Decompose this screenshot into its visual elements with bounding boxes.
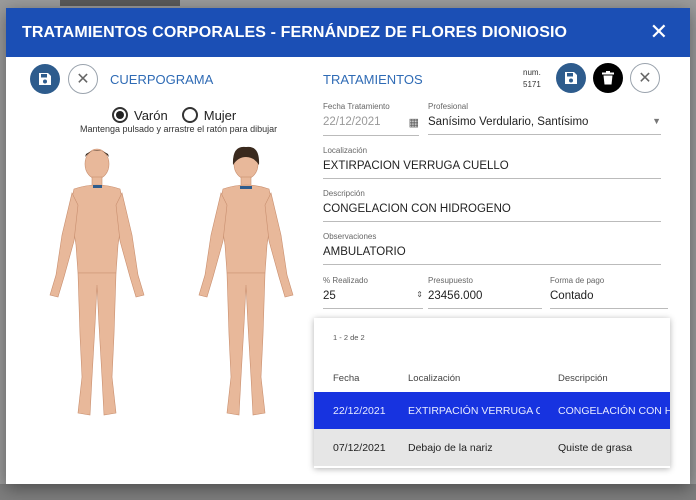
body-chart-canvas[interactable] (32, 145, 312, 425)
close-icon[interactable]: ✕ (650, 21, 668, 43)
descripcion-field[interactable]: Descripción CONGELACIÓN CON HIDRÓGENO (323, 189, 661, 222)
realizado-input[interactable]: 25 ⇕ (323, 290, 423, 309)
dialog-title: TRATAMIENTOS CORPORALES - FERNÁNDEZ DE F… (22, 23, 568, 41)
descripcion-label: Descripción (323, 189, 365, 198)
table-cell: Debajo de la nariz (408, 441, 493, 454)
fecha-input[interactable]: 22/12/2021 ▦ (323, 116, 419, 136)
forma-pago-field[interactable]: Forma de pago Contado (550, 276, 668, 309)
table-cell: CONGELACIÓN CON HIDRÓGENO (558, 404, 670, 417)
tratamientos-table: 1 - 2 de 2 Fecha Localización Descripció… (314, 318, 670, 468)
gender-radio-female[interactable] (181, 107, 198, 123)
observaciones-input[interactable]: AMBULATORIO (323, 246, 661, 265)
presupuesto-input[interactable]: 23456.000 (428, 290, 542, 309)
front-mark (93, 185, 102, 188)
close-icon: ✕ (638, 70, 652, 87)
observaciones-field[interactable]: Observaciones AMBULATORIO (323, 232, 661, 265)
presupuesto-label: Presupuesto (428, 276, 473, 285)
tratamientos-label: TRATAMIENTOS (323, 72, 423, 87)
tratamiento-save-button[interactable] (556, 63, 586, 93)
table-pager: 1 - 2 de 2 (333, 333, 365, 342)
tratamientos-toolbar: ✕ (556, 63, 660, 93)
body-front-figure (49, 148, 145, 416)
trash-icon (602, 71, 614, 85)
column-header-fecha[interactable]: Fecha (333, 364, 403, 392)
tratamiento-cancel-button[interactable]: ✕ (630, 63, 660, 93)
treatment-dialog: TRATAMIENTOS CORPORALES - FERNÁNDEZ DE F… (6, 8, 690, 484)
localizacion-input[interactable]: EXTIRPACIÓN VERRUGA CUELLO (323, 160, 661, 179)
gender-label-female: Mujer (203, 107, 237, 123)
profesional-label: Profesional (428, 102, 469, 111)
calendar-icon[interactable]: ▦ (409, 116, 419, 129)
table-cell: 07/12/2021 (333, 441, 386, 454)
background-tab-strip (60, 0, 180, 6)
profesional-select[interactable]: Sanísimo Verdulario, Santísimo ▼ (428, 116, 661, 135)
table-cell: Quiste de grasa (558, 441, 633, 454)
presupuesto-field[interactable]: Presupuesto 23456.000 (428, 276, 542, 309)
realizado-field[interactable]: % Realizado 25 ⇕ (323, 276, 423, 309)
save-icon (39, 73, 51, 85)
record-number-label: num. (523, 68, 541, 77)
table-row[interactable]: 22/12/2021 EXTIRPACIÓN VERRUGA CUELLO CO… (314, 392, 670, 429)
stepper-icon[interactable]: ⇕ (416, 290, 423, 299)
fecha-field[interactable]: Fecha Tratamiento 22/12/2021 ▦ (323, 102, 419, 136)
save-icon (565, 72, 577, 84)
realizado-value: 25 (323, 290, 336, 302)
forma-pago-label: Forma de pago (550, 276, 605, 285)
dialog-header: TRATAMIENTOS CORPORALES - FERNÁNDEZ DE F… (6, 8, 690, 57)
column-header-localizacion[interactable]: Localización (408, 364, 540, 392)
observaciones-label: Observaciones (323, 232, 377, 241)
localizacion-field[interactable]: Localización EXTIRPACIÓN VERRUGA CUELLO (323, 146, 661, 179)
gender-selector: Varón Mujer (112, 107, 236, 123)
table-row[interactable]: 07/12/2021 Debajo de la nariz Quiste de … (314, 429, 670, 466)
cuerpograma-toolbar: ✕ CUERPOGRAMA (30, 64, 213, 94)
profesional-field[interactable]: Profesional Sanísimo Verdulario, Santísi… (428, 102, 661, 135)
table-cell: EXTIRPACIÓN VERRUGA CUELLO (408, 404, 540, 417)
draw-hint: Mantenga pulsado y arrastre el ratón par… (80, 124, 278, 134)
cuerpograma-save-button[interactable] (30, 64, 60, 94)
record-number-value: 5171 (523, 80, 541, 89)
cuerpograma-clear-button[interactable]: ✕ (68, 64, 98, 94)
close-icon: ✕ (76, 71, 90, 88)
cuerpograma-label: CUERPOGRAMA (110, 71, 214, 87)
forma-pago-input[interactable]: Contado (550, 290, 668, 309)
fecha-label: Fecha Tratamiento (323, 102, 390, 111)
gender-radio-male[interactable] (112, 107, 128, 123)
body-back-figure (198, 146, 294, 416)
profesional-value: Sanísimo Verdulario, Santísimo (428, 116, 589, 128)
table-header: Fecha Localización Descripción (314, 364, 670, 392)
gender-label-male: Varón (134, 107, 168, 123)
back-mark (240, 186, 252, 189)
chevron-down-icon: ▼ (652, 116, 661, 126)
column-header-descripcion[interactable]: Descripción (558, 364, 670, 392)
tratamiento-delete-button[interactable] (593, 63, 623, 93)
table-cell: 22/12/2021 (333, 404, 386, 417)
localizacion-label: Localización (323, 146, 368, 155)
descripcion-input[interactable]: CONGELACIÓN CON HIDRÓGENO (323, 203, 661, 222)
background-footer (0, 484, 696, 500)
realizado-label: % Realizado (323, 276, 368, 285)
record-number: num. 5171 (523, 67, 541, 91)
fecha-value: 22/12/2021 (323, 116, 381, 128)
